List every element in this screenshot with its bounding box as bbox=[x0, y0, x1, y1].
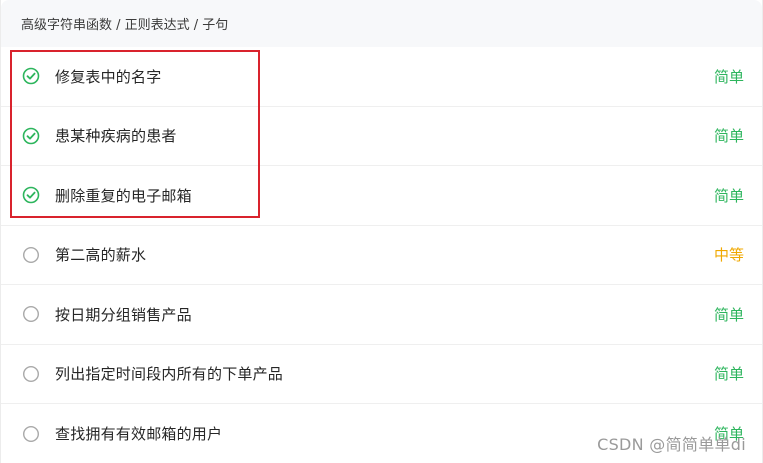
empty-circle-icon bbox=[22, 246, 40, 264]
empty-circle-icon bbox=[22, 305, 40, 323]
difficulty-label: 简单 bbox=[713, 127, 744, 146]
problem-title[interactable]: 第二高的薪水 bbox=[55, 244, 146, 265]
empty-circle-icon bbox=[22, 425, 40, 443]
difficulty-label: 简单 bbox=[713, 365, 744, 384]
problem-list: 修复表中的名字 简单 患某种疾病的患者 简单 删除重复的电子邮箱 简单 第二高的… bbox=[1, 47, 762, 463]
difficulty-label: 简单 bbox=[713, 305, 744, 324]
problem-title[interactable]: 按日期分组销售产品 bbox=[55, 304, 192, 325]
problem-row[interactable]: 患某种疾病的患者 简单 bbox=[1, 107, 762, 166]
breadcrumb: 高级字符串函数 / 正则表达式 / 子句 bbox=[1, 0, 762, 47]
difficulty-label: 简单 bbox=[713, 186, 744, 205]
check-circle-icon bbox=[22, 67, 40, 85]
problem-title[interactable]: 患某种疾病的患者 bbox=[55, 125, 177, 146]
watermark: CSDN @简简单单di bbox=[597, 435, 746, 454]
problem-title[interactable]: 列出指定时间段内所有的下单产品 bbox=[55, 363, 283, 384]
problem-row[interactable]: 修复表中的名字 简单 bbox=[1, 47, 762, 107]
empty-circle-icon bbox=[22, 365, 40, 383]
problem-row[interactable]: 删除重复的电子邮箱 简单 bbox=[1, 166, 762, 226]
difficulty-label: 简单 bbox=[713, 67, 744, 86]
difficulty-label: 中等 bbox=[713, 246, 744, 265]
problem-row[interactable]: 按日期分组销售产品 简单 bbox=[1, 285, 762, 345]
problem-title[interactable]: 修复表中的名字 bbox=[55, 66, 161, 87]
problem-title[interactable]: 删除重复的电子邮箱 bbox=[55, 185, 192, 206]
check-circle-icon bbox=[22, 186, 40, 204]
problem-row[interactable]: 第二高的薪水 中等 bbox=[1, 226, 762, 285]
problem-row[interactable]: 列出指定时间段内所有的下单产品 简单 bbox=[1, 345, 762, 404]
problem-list-panel: 高级字符串函数 / 正则表达式 / 子句 修复表中的名字 简单 患某种疾病的患者… bbox=[0, 0, 763, 463]
problem-title[interactable]: 查找拥有有效邮箱的用户 bbox=[55, 423, 222, 444]
check-circle-icon bbox=[22, 127, 40, 145]
